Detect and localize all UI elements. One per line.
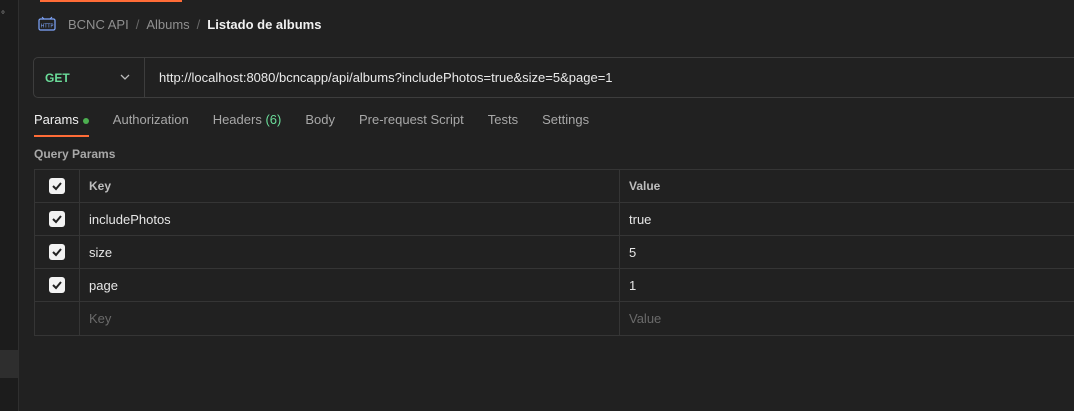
row-checkbox[interactable]: [49, 211, 65, 227]
tab-params[interactable]: Params: [34, 112, 89, 137]
table-row: includePhotos true: [35, 203, 1074, 236]
http-request-icon: HTTP: [38, 16, 56, 31]
params-active-dot-icon: [82, 117, 89, 124]
breadcrumb-separator: /: [135, 17, 140, 32]
tab-tests[interactable]: Tests: [488, 112, 518, 137]
method-select[interactable]: GET: [34, 58, 145, 97]
column-header-value: Value: [629, 179, 661, 193]
headers-count: (6): [265, 112, 282, 127]
tab-settings[interactable]: Settings: [542, 112, 589, 137]
tab-headers[interactable]: Headers (6): [213, 112, 282, 137]
table-row: size 5: [35, 236, 1074, 269]
row-check-cell: [35, 203, 80, 235]
tab-headers-label: Headers: [212, 112, 262, 127]
active-request-tab-indicator: [40, 0, 182, 2]
svg-text:HTTP: HTTP: [41, 24, 54, 30]
table-row: page 1: [35, 269, 1074, 302]
rail-status-icon: °: [1, 10, 5, 21]
row-check-cell: [35, 269, 80, 301]
row-checkbox[interactable]: [49, 277, 65, 293]
request-tabs: Params Authorization Headers (6) Body Pr…: [34, 112, 613, 137]
param-value-input[interactable]: 5: [620, 236, 1074, 268]
breadcrumb-collection[interactable]: BCNC API: [68, 17, 129, 32]
method-label: GET: [45, 70, 70, 85]
request-title[interactable]: Listado de albums: [207, 17, 321, 32]
tab-prerequest-script[interactable]: Pre-request Script: [359, 112, 464, 137]
check-icon: [52, 215, 62, 224]
breadcrumb-separator: /: [196, 17, 201, 32]
query-params-title: Query Params: [34, 147, 116, 161]
param-key-input[interactable]: size: [80, 236, 620, 268]
tab-body[interactable]: Body: [305, 112, 335, 137]
tab-params-label: Params: [34, 112, 79, 127]
check-icon: [52, 182, 62, 191]
breadcrumb-folder[interactable]: Albums: [146, 17, 189, 32]
select-all-checkbox[interactable]: [49, 178, 65, 194]
param-key-input[interactable]: includePhotos: [80, 203, 620, 235]
chevron-down-icon: [120, 74, 130, 80]
new-param-value-input[interactable]: Value: [620, 302, 1074, 335]
row-check-cell: [35, 236, 80, 268]
left-rail: °: [0, 0, 19, 411]
tab-authorization[interactable]: Authorization: [113, 112, 189, 137]
column-header-key: Key: [80, 170, 620, 202]
check-icon: [52, 248, 62, 257]
query-params-table: Key Value includePhotos true size 5 page…: [34, 169, 1074, 336]
new-param-key-input[interactable]: Key: [80, 302, 620, 335]
param-value-input[interactable]: true: [620, 203, 1074, 235]
row-check-cell-empty: [35, 302, 80, 335]
url-bar: GET http://localhost:8080/bcncapp/api/al…: [33, 57, 1074, 98]
param-key-input[interactable]: page: [80, 269, 620, 301]
select-all-cell: [35, 170, 80, 202]
check-icon: [52, 281, 62, 290]
param-value-input[interactable]: 1: [620, 269, 1074, 301]
url-input[interactable]: http://localhost:8080/bcncapp/api/albums…: [145, 70, 613, 85]
breadcrumb: BCNC API / Albums / Listado de albums: [68, 17, 321, 32]
table-header-row: Key Value: [35, 170, 1074, 203]
row-checkbox[interactable]: [49, 244, 65, 260]
rail-selected-item[interactable]: [0, 350, 18, 378]
table-row-new: Key Value: [35, 302, 1074, 335]
